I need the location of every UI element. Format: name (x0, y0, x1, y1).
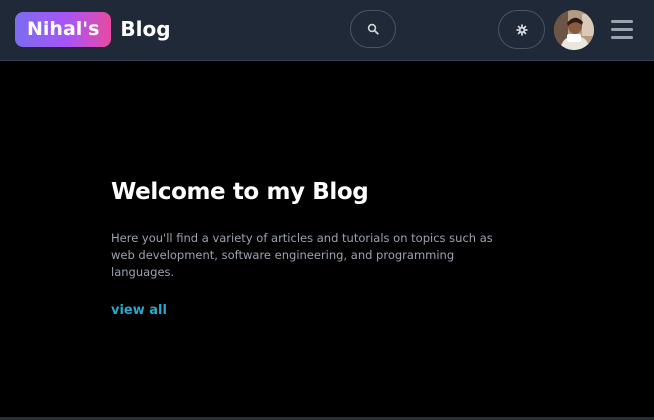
view-all-link[interactable]: view all (111, 303, 167, 318)
hamburger-menu-icon (611, 20, 633, 39)
search-icon (367, 23, 379, 35)
menu-button[interactable] (609, 17, 635, 43)
gear-icon (515, 23, 528, 36)
hero-description: Here you'll find a variety of articles a… (111, 231, 493, 279)
hero-section: Welcome to my Blog Here you'll find a va… (111, 175, 531, 318)
brand-home-link[interactable]: Nihal's Blog (15, 12, 171, 47)
hero-title: Welcome to my Blog (111, 179, 369, 205)
search-button[interactable] (350, 10, 396, 48)
brand-title: Blog (120, 17, 171, 41)
theme-toggle-button[interactable] (498, 10, 545, 49)
top-navbar: Nihal's Blog (0, 0, 654, 61)
profile-photo (554, 10, 594, 50)
avatar[interactable] (554, 10, 594, 50)
brand-badge: Nihal's (15, 12, 112, 47)
